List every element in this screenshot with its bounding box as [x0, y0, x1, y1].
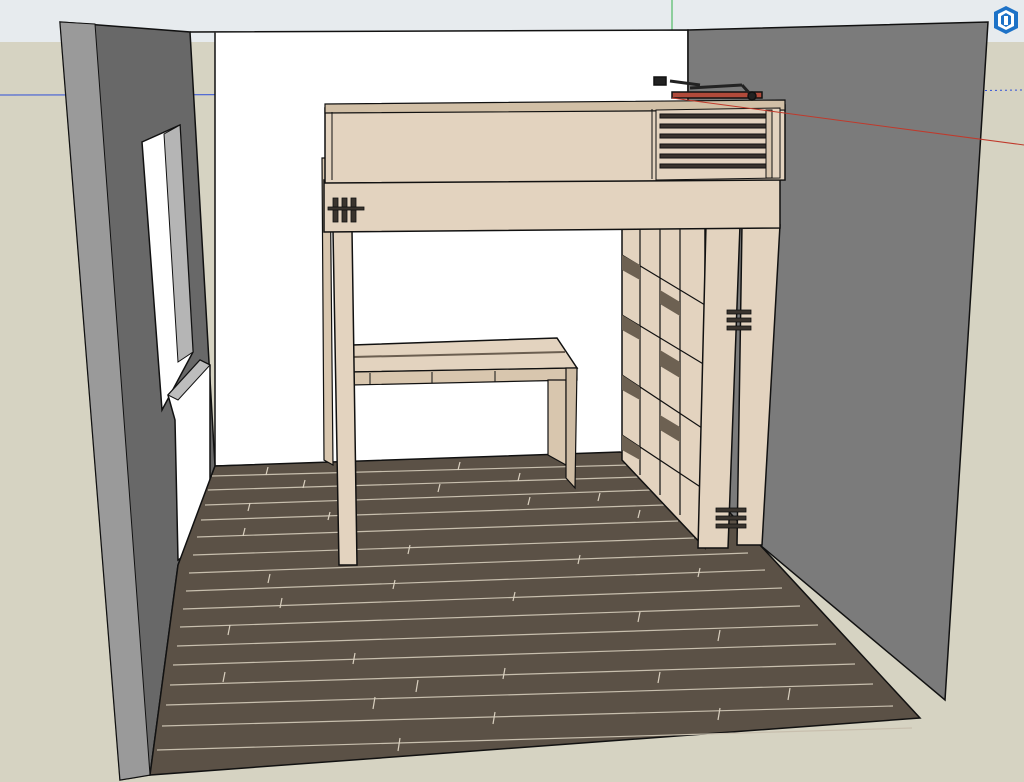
sketchup-logo-icon: [994, 6, 1018, 34]
room-back-wall[interactable]: [189, 29, 689, 467]
model-scene[interactable]: [0, 0, 1024, 782]
bed-guard-rail[interactable]: [655, 107, 781, 181]
modeling-viewport[interactable]: [0, 0, 1024, 782]
